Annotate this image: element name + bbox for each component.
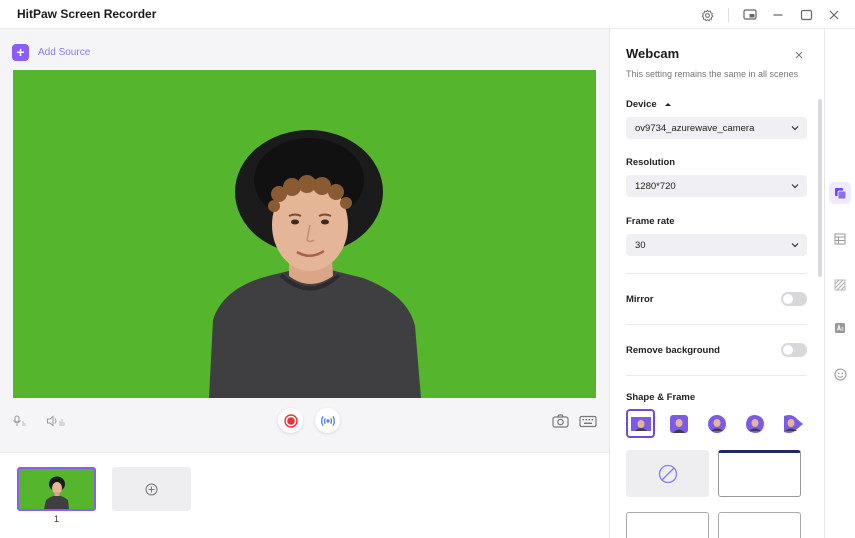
webcam-preview[interactable] xyxy=(13,70,596,398)
chevron-down-icon xyxy=(791,126,799,131)
app-title: HitPaw Screen Recorder xyxy=(17,7,157,21)
frame-rate-label: Frame rate xyxy=(626,216,675,227)
window-controls xyxy=(698,6,843,24)
device-select[interactable]: ov9734_azurewave_camera xyxy=(626,117,807,139)
scene-strip: 1 xyxy=(0,452,609,538)
remove-background-label: Remove background xyxy=(626,345,720,356)
add-source-button[interactable]: + Add Source xyxy=(12,44,90,61)
divider xyxy=(626,375,807,376)
sticker-icon[interactable] xyxy=(829,363,851,385)
shape-options xyxy=(626,409,807,438)
frame-rate-value: 30 xyxy=(635,240,646,251)
mirror-label: Mirror xyxy=(626,294,654,305)
resolution-value: 1280*720 xyxy=(635,181,676,192)
scene-thumbnail[interactable] xyxy=(17,467,96,511)
chevron-down-icon xyxy=(791,243,799,248)
layers-icon[interactable] xyxy=(829,182,851,204)
record-controls xyxy=(278,408,340,433)
main-area: + Add Source xyxy=(0,29,609,452)
picture-in-picture-icon[interactable] xyxy=(741,6,759,24)
shape-frame-label: Shape & Frame xyxy=(626,392,696,403)
texture-icon[interactable] xyxy=(829,274,851,296)
add-scene-button[interactable] xyxy=(112,467,191,511)
minimize-icon[interactable] xyxy=(769,6,787,24)
record-button[interactable] xyxy=(278,408,303,433)
panel-scrollbar[interactable] xyxy=(818,99,822,277)
frame-style-1[interactable] xyxy=(718,450,801,497)
shape-rounded-square[interactable] xyxy=(664,409,693,438)
shape-rectangle[interactable] xyxy=(626,409,655,438)
remove-background-toggle[interactable] xyxy=(781,343,807,357)
broadcast-button[interactable] xyxy=(315,408,340,433)
microphone-icon[interactable] xyxy=(12,414,28,432)
mirror-toggle[interactable] xyxy=(781,292,807,306)
maximize-icon[interactable] xyxy=(797,6,815,24)
tool-strip xyxy=(824,29,855,538)
shape-speech-bubble[interactable] xyxy=(778,409,807,438)
device-value: ov9734_azurewave_camera xyxy=(635,123,755,134)
layout-icon[interactable] xyxy=(829,228,851,250)
frame-style-3[interactable] xyxy=(718,512,801,538)
device-label[interactable]: Device xyxy=(626,99,672,110)
camera-icon[interactable] xyxy=(552,414,569,433)
frame-none[interactable] xyxy=(626,450,709,497)
divider xyxy=(626,324,807,325)
scene-number: 1 xyxy=(53,514,59,524)
audio-controls xyxy=(12,414,66,432)
frame-style-2[interactable] xyxy=(626,512,709,538)
add-source-label: Add Source xyxy=(38,47,91,58)
shape-blob[interactable] xyxy=(740,409,769,438)
panel-subtitle: This setting remains the same in all sce… xyxy=(626,69,799,79)
chevron-up-icon xyxy=(665,103,672,107)
resolution-label: Resolution xyxy=(626,157,676,168)
divider xyxy=(626,273,807,274)
close-icon[interactable] xyxy=(793,48,805,60)
divider xyxy=(728,8,729,22)
webcam-settings-panel: Webcam This setting remains the same in … xyxy=(609,29,824,538)
keyboard-icon[interactable] xyxy=(579,415,597,433)
capture-controls xyxy=(552,414,597,433)
speaker-icon[interactable] xyxy=(46,414,66,432)
frame-rate-select[interactable]: 30 xyxy=(626,234,807,256)
panel-title: Webcam xyxy=(626,46,680,61)
record-icon xyxy=(283,413,298,428)
add-icon: + xyxy=(12,44,29,61)
no-frame-icon xyxy=(658,464,677,483)
settings-icon[interactable] xyxy=(698,6,716,24)
scene-thumbnail-image xyxy=(44,476,69,509)
chevron-down-icon xyxy=(791,184,799,189)
broadcast-icon xyxy=(320,415,335,426)
text-icon[interactable] xyxy=(829,317,851,339)
resolution-select[interactable]: 1280*720 xyxy=(626,175,807,197)
person-image xyxy=(209,130,421,398)
shape-circle[interactable] xyxy=(702,409,731,438)
title-bar: HitPaw Screen Recorder xyxy=(0,0,855,29)
device-label-text: Device xyxy=(626,99,657,110)
close-icon[interactable] xyxy=(825,6,843,24)
add-icon xyxy=(145,483,158,495)
